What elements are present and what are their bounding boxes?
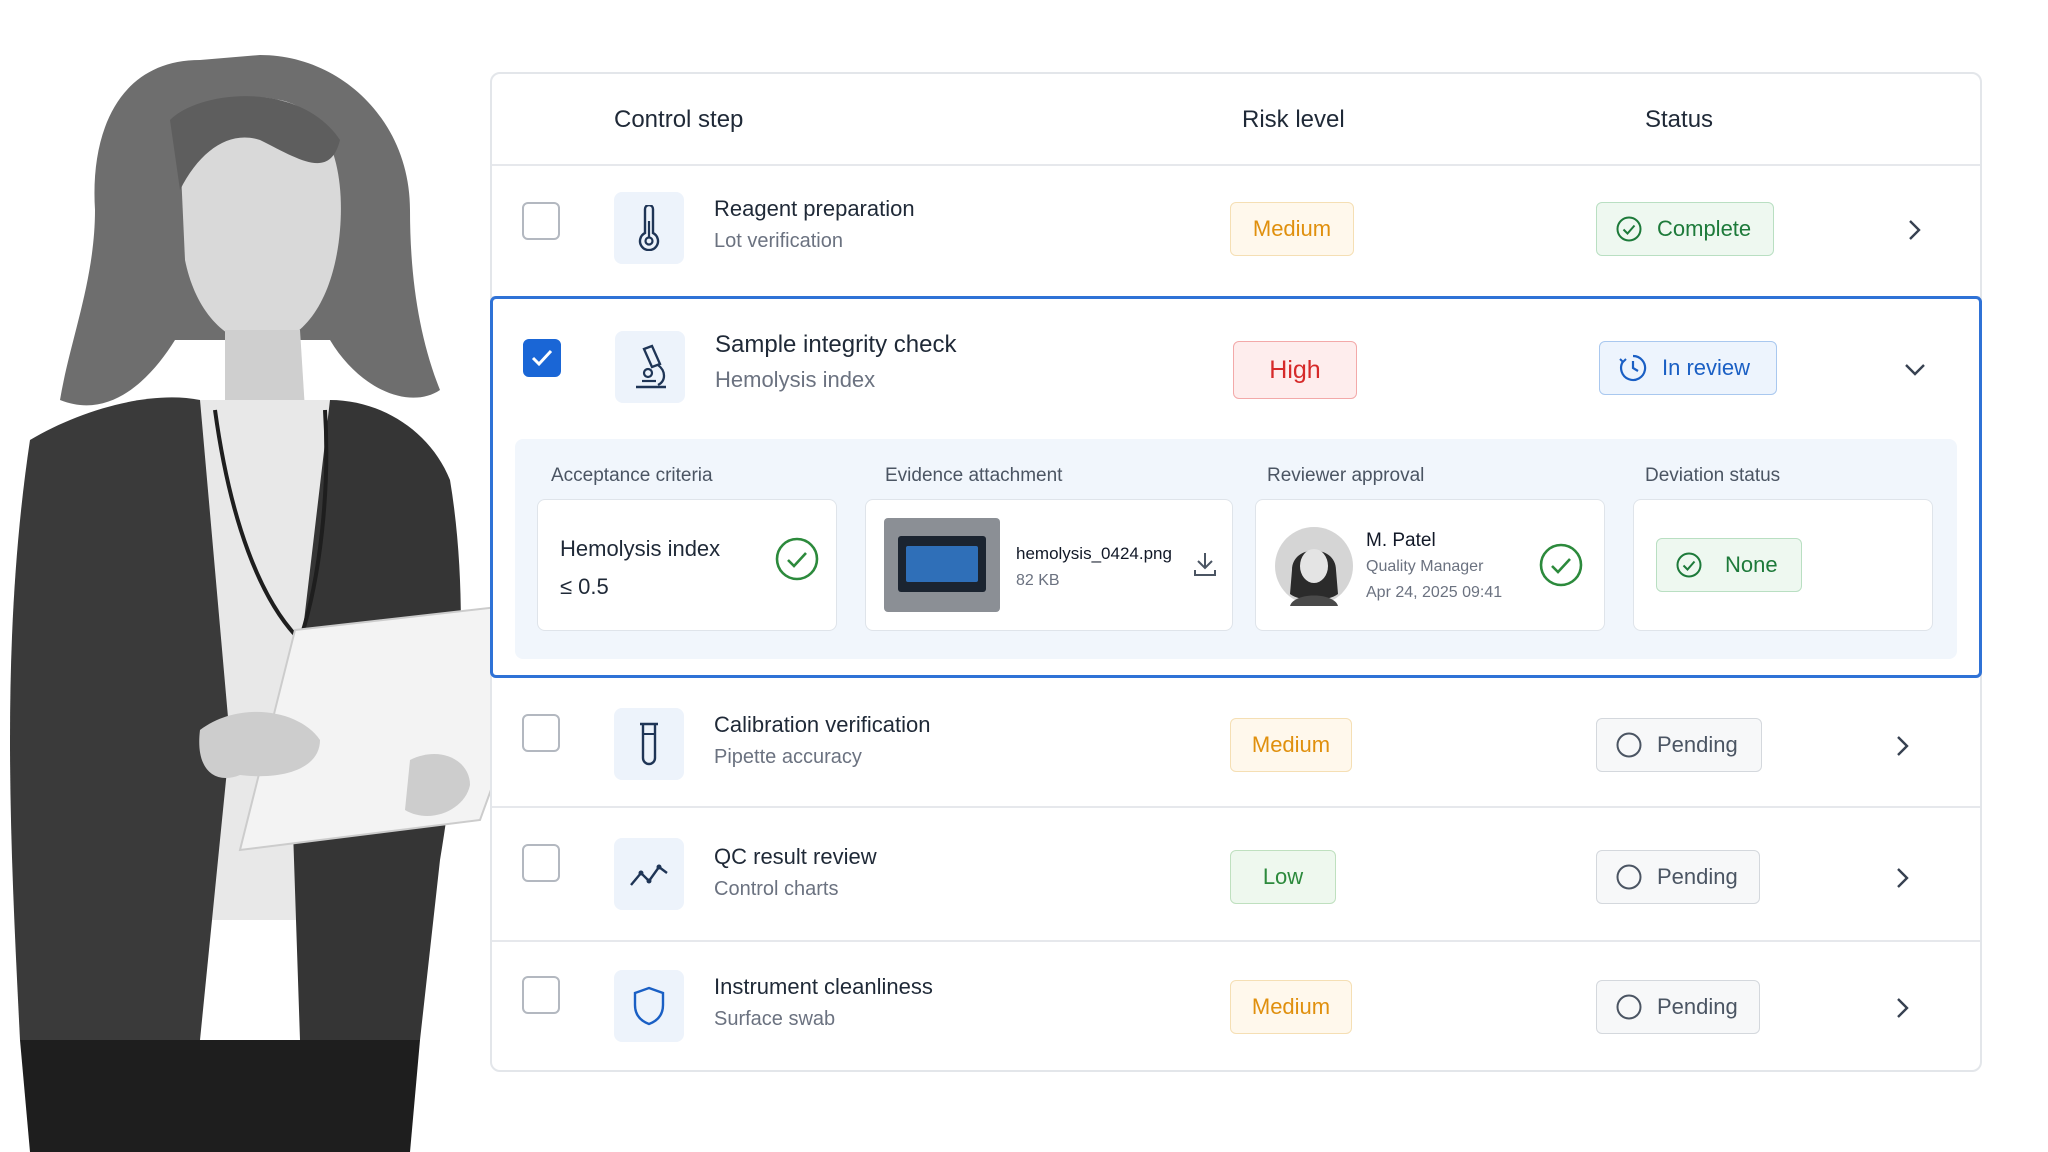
step-subtitle: Surface swab (714, 1008, 836, 1030)
row-checkbox[interactable] (522, 714, 560, 752)
risk-badge: High (1233, 341, 1357, 399)
chevron-down-icon[interactable] (1901, 355, 1929, 383)
step-title: QC result review (714, 844, 877, 869)
stage: Control step Risk level Status Reagent p… (0, 0, 2048, 1152)
download-icon[interactable] (1192, 550, 1218, 578)
step-subtitle: Control charts (714, 878, 839, 900)
table-row-instrument-cleanliness[interactable]: Instrument cleanliness Surface swab Medi… (492, 942, 1980, 1072)
table-header: Control step Risk level Status (492, 74, 1980, 166)
column-header-status[interactable]: Status (1645, 106, 1713, 134)
check-circle-icon (1539, 543, 1583, 587)
status-label: Complete (1657, 216, 1752, 241)
step-title: Sample integrity check (715, 331, 957, 358)
checkmark-icon (531, 349, 553, 367)
table-row-qc-result-review[interactable]: QC result review Control charts Low Pend… (492, 808, 1980, 942)
step-title: Calibration verification (714, 712, 931, 737)
status-badge: Complete (1596, 202, 1774, 256)
evidence-thumbnail[interactable] (884, 518, 1000, 612)
approval-timestamp: Apr 24, 2025 09:41 (1366, 584, 1503, 601)
check-circle-icon (775, 537, 819, 581)
person-illustration (10, 55, 560, 1152)
reviewer-approval-card: M. Patel Quality Manager Apr 24, 2025 09… (1255, 499, 1605, 631)
deviation-status-label: Deviation status (1645, 465, 1781, 486)
deviation-status-card: None (1633, 499, 1933, 631)
row-checkbox[interactable] (522, 844, 560, 882)
reviewer-name: M. Patel (1366, 530, 1436, 551)
empty-circle-icon (1616, 732, 1642, 758)
chevron-right-icon[interactable] (1888, 732, 1916, 760)
step-subtitle: Hemolysis index (715, 367, 876, 392)
status-label: Pending (1657, 732, 1738, 757)
chevron-right-icon[interactable] (1888, 864, 1916, 892)
column-header-risk-level[interactable]: Risk level (1242, 106, 1345, 134)
risk-badge: Medium (1230, 980, 1352, 1034)
risk-badge: Medium (1230, 718, 1352, 772)
empty-circle-icon (1616, 994, 1642, 1020)
step-subtitle: Pipette accuracy (714, 746, 862, 768)
status-label: Pending (1657, 864, 1738, 889)
empty-circle-icon (1616, 864, 1642, 890)
criteria-name: Hemolysis index (560, 536, 721, 561)
row-checkbox-checked[interactable] (523, 339, 561, 377)
acceptance-criteria-label: Acceptance criteria (551, 465, 713, 486)
attachment-filename[interactable]: hemolysis_0424.png (1016, 544, 1172, 564)
chevron-right-icon[interactable] (1888, 994, 1916, 1022)
control-steps-table: Control step Risk level Status Reagent p… (490, 72, 1982, 1072)
shield-icon (614, 970, 684, 1042)
check-circle-icon (1676, 552, 1702, 578)
status-badge: Pending (1596, 850, 1760, 904)
evidence-attachment-label: Evidence attachment (885, 465, 1063, 486)
row-checkbox[interactable] (522, 976, 560, 1014)
row-checkbox[interactable] (522, 202, 560, 240)
table-row-sample-integrity-check[interactable]: Sample integrity check Hemolysis index H… (490, 296, 1982, 678)
check-circle-icon (1616, 216, 1642, 242)
test-tube-icon (614, 708, 684, 780)
line-chart-icon (614, 838, 684, 910)
evidence-attachment-card[interactable]: hemolysis_0424.png 82 KB (865, 499, 1233, 631)
deviation-value: None (1725, 552, 1778, 577)
column-header-control-step[interactable]: Control step (614, 106, 743, 134)
step-title: Instrument cleanliness (714, 974, 933, 999)
acceptance-criteria-card: Hemolysis index ≤ 0.5 (537, 499, 837, 631)
attachment-size: 82 KB (1016, 572, 1060, 589)
table-row-reagent-preparation[interactable]: Reagent preparation Lot verification Med… (492, 166, 1980, 298)
step-subtitle: Lot verification (714, 230, 843, 252)
table-row-calibration-verification[interactable]: Calibration verification Pipette accurac… (492, 678, 1980, 808)
row-detail-panel: Acceptance criteria Hemolysis index ≤ 0.… (515, 439, 1957, 659)
clock-icon (1619, 354, 1647, 382)
step-title: Reagent preparation (714, 196, 915, 221)
risk-badge: Medium (1230, 202, 1354, 256)
reviewer-role: Quality Manager (1366, 558, 1484, 575)
status-badge: Pending (1596, 980, 1760, 1034)
status-label: In review (1662, 355, 1751, 380)
status-label: Pending (1657, 994, 1738, 1019)
reviewer-approval-label: Reviewer approval (1267, 465, 1425, 486)
microscope-icon (615, 331, 685, 403)
criteria-value: ≤ 0.5 (560, 574, 609, 599)
chevron-right-icon[interactable] (1900, 216, 1928, 244)
deviation-badge: None (1656, 538, 1802, 592)
avatar (1275, 527, 1353, 606)
status-badge: Pending (1596, 718, 1762, 772)
risk-badge: Low (1230, 850, 1336, 904)
status-badge: In review (1599, 341, 1777, 395)
thermometer-icon (614, 192, 684, 264)
